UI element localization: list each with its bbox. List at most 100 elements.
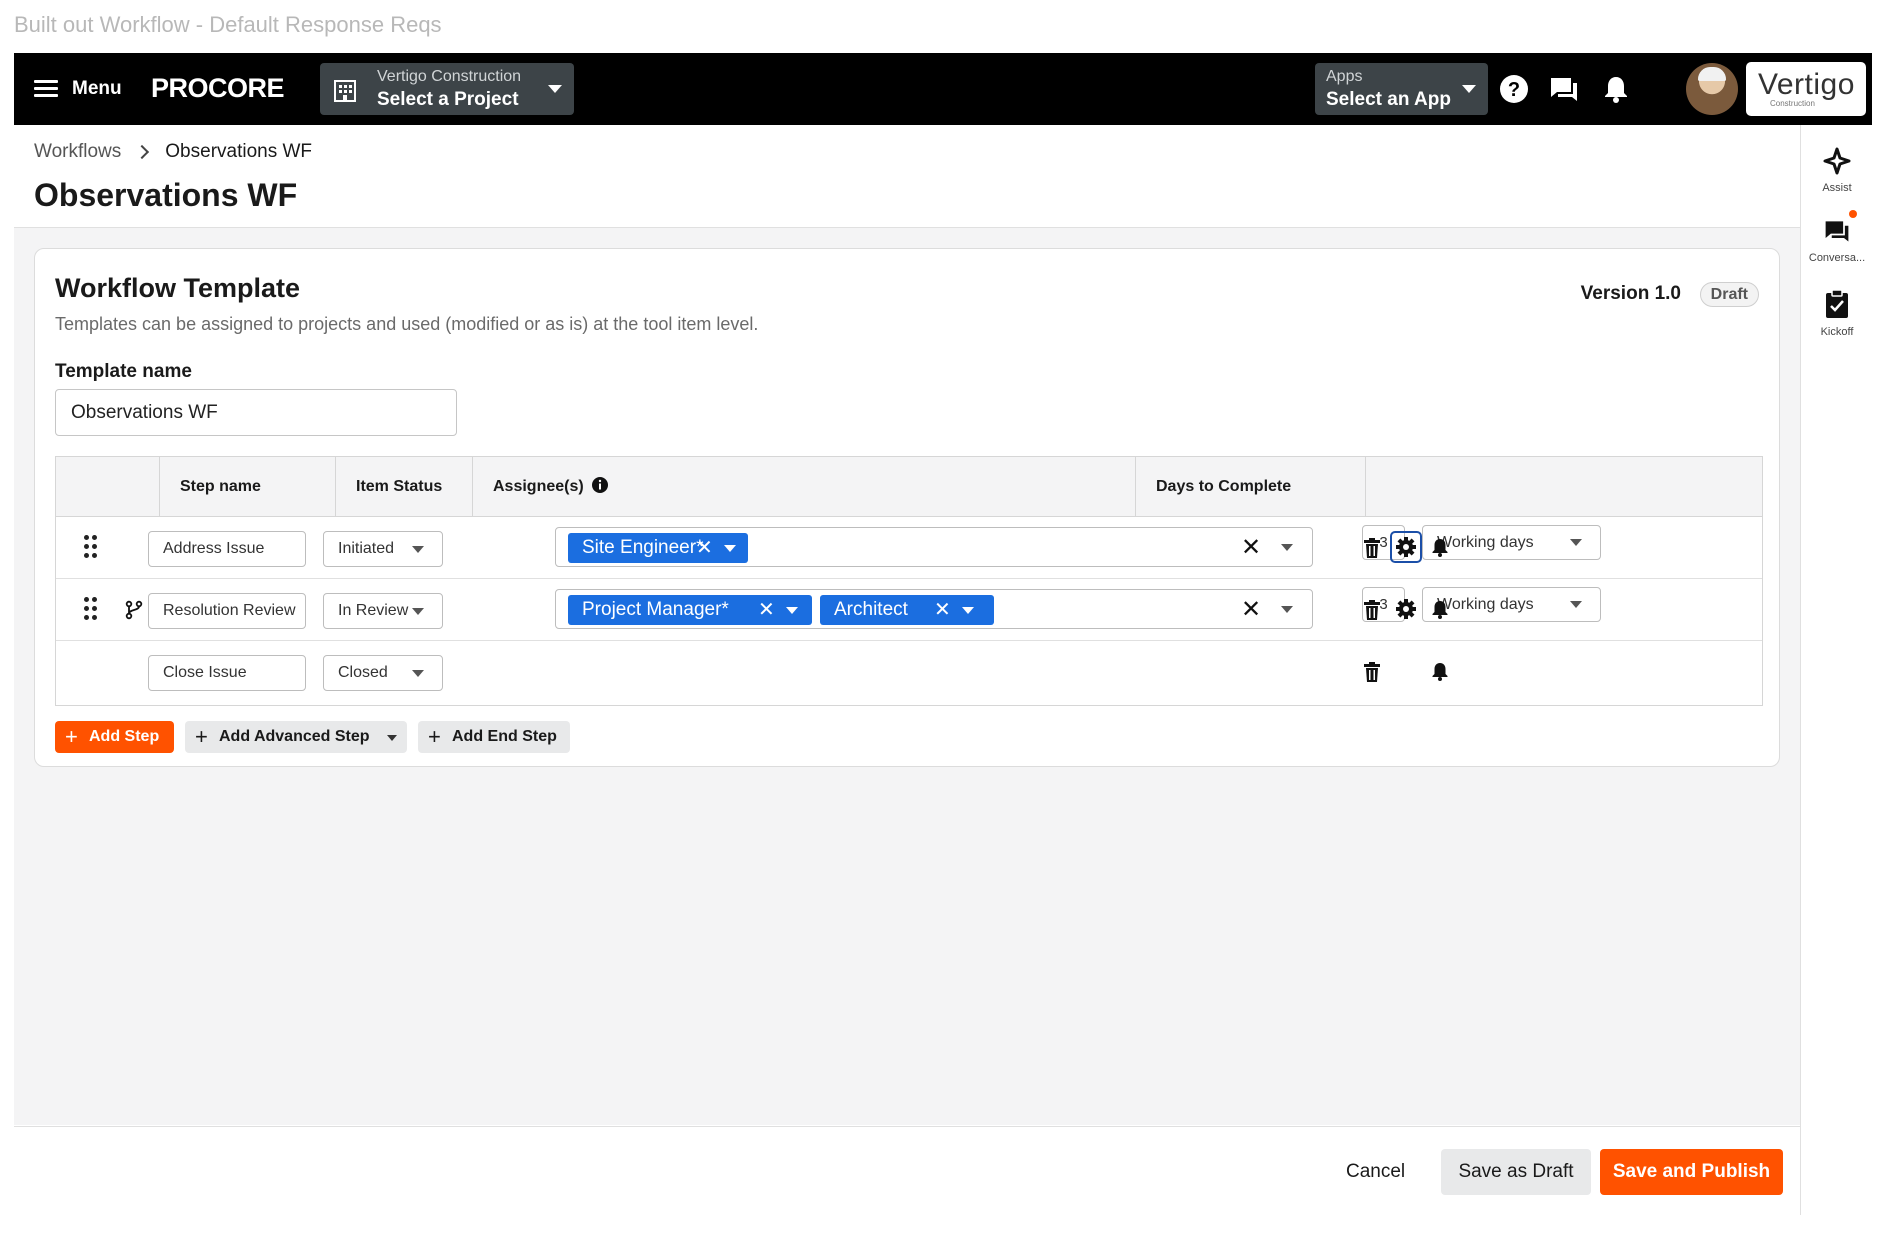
building-icon [334, 80, 356, 102]
drag-handle-icon[interactable] [84, 597, 98, 621]
chevron-down-icon[interactable] [962, 607, 974, 614]
chevron-down-icon [548, 85, 562, 93]
add-end-step-label: Add End Step [452, 728, 557, 745]
page-title: Observations WF [34, 177, 298, 213]
clear-assignees-icon[interactable]: ✕ [1241, 595, 1261, 624]
assignee-chip[interactable]: Project Manager* ✕ [568, 595, 812, 625]
workflow-template-card: Workflow Template Templates can be assig… [34, 248, 1780, 767]
assignees-multiselect[interactable]: Site Engineer* ✕ ✕ [555, 527, 1313, 567]
conversations-icon [1825, 221, 1849, 242]
chevron-down-icon[interactable] [786, 607, 798, 614]
menu-label: Menu [72, 78, 122, 99]
chevron-down-icon [1570, 539, 1582, 546]
chevron-down-icon [387, 735, 397, 741]
delete-icon[interactable] [1361, 661, 1383, 683]
item-status-select[interactable]: In Review [323, 593, 443, 629]
clear-assignees-icon[interactable]: ✕ [1241, 533, 1261, 562]
project-label: Select a Project [377, 89, 519, 110]
rail-conversations-label: Conversa... [1808, 252, 1866, 264]
add-step-button[interactable]: + Add Step [55, 721, 174, 753]
procore-logo[interactable]: PROCORE [151, 73, 285, 104]
chevron-down-icon[interactable] [1281, 606, 1293, 613]
add-end-step-button[interactable]: + Add End Step [418, 721, 570, 753]
company-logo: Vertigo Construction [1746, 62, 1866, 116]
card-subtitle: Templates can be assigned to projects an… [55, 314, 759, 334]
notifications-bell-icon[interactable] [1600, 73, 1632, 105]
delete-icon[interactable] [1361, 537, 1383, 559]
page-caption: Built out Workflow - Default Response Re… [14, 12, 442, 37]
info-icon[interactable] [591, 476, 609, 494]
svg-text:?: ? [1508, 79, 1520, 101]
breadcrumb-current: Observations WF [165, 141, 313, 162]
header-days: Days to Complete [1136, 457, 1366, 517]
rail-conversations[interactable]: Conversa... [1801, 217, 1873, 264]
assignees-multiselect[interactable]: Project Manager* ✕ Architect ✕ ✕ [555, 589, 1313, 629]
bell-icon[interactable] [1429, 598, 1451, 620]
breadcrumb-workflows[interactable]: Workflows [34, 141, 121, 163]
table-row: Resolution Review In Review Project Mana… [56, 579, 1762, 641]
version-label: Version 1.0 [1580, 283, 1681, 304]
day-type-value: Working days [1437, 596, 1534, 613]
apps-small-label: Apps [1326, 68, 1363, 85]
header-item-status: Item Status [336, 457, 473, 517]
kickoff-icon [1826, 289, 1848, 318]
card-title: Workflow Template [55, 273, 301, 303]
plus-icon: + [195, 724, 208, 749]
bell-icon[interactable] [1429, 536, 1451, 558]
header-assignees-label: Assignee(s) [493, 478, 584, 495]
chevron-down-icon [1462, 85, 1476, 93]
table-row: Address Issue Initiated Site Engineer* ✕… [56, 517, 1762, 579]
rail-assist[interactable]: Assist [1801, 147, 1873, 194]
template-name-input[interactable]: Observations WF [55, 389, 457, 436]
step-name-input[interactable]: Address Issue [148, 531, 306, 567]
chevron-down-icon [412, 608, 424, 615]
assignee-chip[interactable]: Site Engineer* ✕ [568, 533, 748, 563]
bell-icon[interactable] [1429, 660, 1451, 682]
rail-kickoff-label: Kickoff [1820, 326, 1854, 338]
save-and-publish-button[interactable]: Save and Publish [1600, 1149, 1783, 1195]
day-type-value: Working days [1437, 534, 1534, 551]
rail-kickoff[interactable]: Kickoff [1801, 289, 1873, 338]
apps-label: Select an App [1326, 89, 1451, 110]
table-header: Step name Item Status Assignee(s) Days t… [56, 457, 1762, 517]
step-name-input[interactable]: Close Issue [148, 655, 306, 691]
save-as-draft-button[interactable]: Save as Draft [1441, 1149, 1591, 1195]
add-step-label: Add Step [89, 728, 160, 745]
drag-handle-icon[interactable] [84, 535, 98, 559]
right-rail: Assist Conversa... Kickoff [1800, 125, 1872, 1215]
chevron-down-icon[interactable] [724, 545, 736, 552]
remove-chip-icon[interactable]: ✕ [934, 595, 951, 625]
menu-button[interactable]: Menu [34, 71, 122, 107]
add-advanced-step-button[interactable]: + Add Advanced Step [185, 721, 407, 753]
chevron-down-icon [412, 546, 424, 553]
user-avatar[interactable] [1686, 63, 1738, 115]
assignee-chip-label: Project Manager* [582, 599, 729, 620]
footer-bar: Cancel Save as Draft Save and Publish [14, 1126, 1800, 1216]
apps-selector[interactable]: Apps Select an App [1315, 63, 1488, 115]
chevron-down-icon[interactable] [1281, 544, 1293, 551]
header-actions-col [1366, 457, 1764, 517]
help-icon[interactable]: ? [1498, 73, 1530, 105]
assignee-chip[interactable]: Architect ✕ [820, 595, 994, 625]
gear-icon[interactable] [1395, 598, 1417, 620]
rail-assist-label: Assist [1822, 182, 1852, 194]
plus-icon: + [428, 724, 441, 749]
delete-icon[interactable] [1361, 599, 1383, 621]
header-drag-col [56, 457, 160, 517]
table-row: Close Issue Closed [56, 641, 1762, 703]
header-assignees: Assignee(s) [473, 457, 1136, 517]
item-status-select[interactable]: Closed [323, 655, 443, 691]
project-selector[interactable]: Vertigo Construction Select a Project [320, 63, 574, 115]
step-name-input[interactable]: Resolution Review [148, 593, 306, 629]
unread-dot [1849, 210, 1857, 218]
remove-chip-icon[interactable]: ✕ [696, 533, 713, 563]
assignee-chip-label: Site Engineer* [582, 537, 704, 558]
gear-icon[interactable] [1395, 536, 1417, 558]
remove-chip-icon[interactable]: ✕ [758, 595, 775, 625]
conversations-icon[interactable] [1548, 73, 1580, 105]
chevron-right-icon [135, 144, 150, 160]
item-status-select[interactable]: Initiated [323, 531, 443, 567]
hamburger-icon [34, 80, 58, 98]
cancel-button[interactable]: Cancel [1346, 1149, 1405, 1195]
project-company: Vertigo Construction [377, 68, 522, 85]
